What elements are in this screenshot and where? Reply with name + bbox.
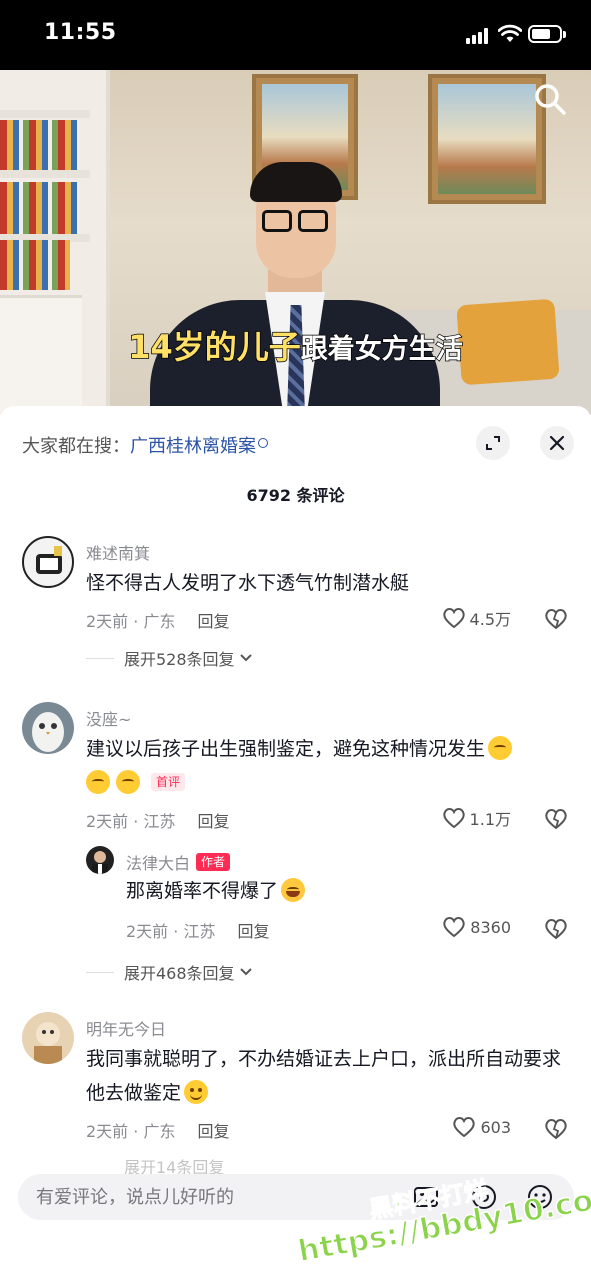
avatar[interactable] — [22, 536, 74, 588]
like-count: 1.1万 — [469, 810, 511, 829]
dislike-icon[interactable] — [543, 806, 569, 830]
comment-text: 我同事就聪明了，不办结婚证去上户口，派出所自动要求他去做鉴定 — [86, 1042, 566, 1110]
comment-input[interactable] — [36, 1174, 396, 1220]
expand-replies-button[interactable]: 展开468条回复 — [86, 960, 253, 984]
heart-icon — [443, 917, 465, 938]
crying-emoji-icon — [116, 770, 140, 794]
comment-author[interactable]: 没座~ — [86, 706, 131, 730]
comment-text: 怪不得古人发明了水下透气竹制潜水艇 — [86, 572, 410, 594]
subtitle-highlight: 14岁的儿子 — [127, 327, 301, 367]
comment-meta: 2天前 · 江苏 回复 — [86, 808, 229, 832]
reply-author: 法律大白 作者 — [126, 850, 231, 874]
dislike-icon[interactable] — [543, 1116, 569, 1140]
mini-search-icon — [258, 438, 268, 448]
status-bar: 11:55 — [0, 0, 591, 70]
dislike-icon[interactable] — [543, 916, 569, 940]
comment-text-body: 我同事就聪明了，不办结婚证去上户口，派出所自动要求他去做鉴定 — [86, 1048, 562, 1104]
crying-emoji-icon — [488, 736, 513, 760]
comment-text-body: 建议以后孩子出生强制鉴定，避免这种情况发生 — [86, 738, 486, 760]
search-icon[interactable] — [533, 82, 567, 116]
close-button[interactable] — [540, 426, 574, 460]
author-badge: 作者 — [196, 853, 231, 871]
close-icon — [549, 435, 565, 451]
subtitle-rest: 跟着女方生活 — [300, 333, 464, 366]
comment-time-location: 2天前 · 广东 — [86, 612, 176, 631]
expand-replies-label: 展开528条回复 — [124, 650, 235, 669]
chevron-down-icon — [239, 654, 252, 662]
status-time: 11:55 — [44, 20, 117, 45]
chevron-down-icon — [239, 968, 252, 976]
comment-time-location: 2天前 · 广东 — [86, 1122, 176, 1141]
first-comment-badge: 首评 — [151, 773, 186, 791]
reply-text: 那离婚率不得爆了 — [126, 874, 546, 908]
heart-icon — [442, 608, 465, 629]
reply-avatar[interactable] — [86, 846, 114, 874]
wifi-icon — [498, 24, 522, 42]
like-button[interactable]: 8360 — [442, 916, 511, 938]
comment-panel: 大家都在搜：广西桂林离婚案 6792 条评论 难述南箕 怪不得古人发明了水下透气… — [0, 406, 591, 1280]
expand-replies-button[interactable]: 展开528条回复 — [86, 646, 253, 670]
like-count: 8360 — [470, 917, 511, 937]
comment-meta: 2天前 · 广东 回复 — [86, 1118, 229, 1142]
search-suggestion-term[interactable]: 广西桂林离婚案 — [130, 436, 256, 457]
expand-panel-button[interactable] — [476, 426, 510, 460]
avatar[interactable] — [22, 1012, 74, 1064]
comment-meta: 2天前 · 广东 回复 — [86, 608, 229, 632]
comment-count: 6792 条评论 — [246, 486, 345, 505]
like-count: 4.5万 — [469, 610, 511, 629]
avatar[interactable] — [22, 702, 74, 754]
like-button[interactable]: 4.5万 — [442, 606, 511, 630]
video-player[interactable]: 14岁的儿子跟着女方生活 — [0, 70, 591, 415]
cellular-signal-icon — [466, 28, 490, 44]
comment-text: 建议以后孩子出生强制鉴定，避免这种情况发生 首评 — [86, 732, 566, 800]
comment-author[interactable]: 难述南箕 — [86, 540, 150, 564]
laughing-emoji-icon — [281, 878, 306, 902]
like-button[interactable]: 603 — [452, 1116, 511, 1138]
reply-button[interactable]: 回复 — [197, 612, 229, 631]
video-subtitle: 14岁的儿子跟着女方生活 — [0, 322, 591, 368]
reply-text-body: 那离婚率不得爆了 — [126, 880, 279, 902]
reply-button[interactable]: 回复 — [237, 922, 269, 941]
reply-button[interactable]: 回复 — [197, 1122, 229, 1141]
crying-emoji-icon — [86, 770, 110, 794]
painting-right — [428, 74, 546, 204]
battery-icon — [528, 25, 566, 43]
dislike-icon[interactable] — [543, 606, 569, 630]
comment-author[interactable]: 明年无今日 — [86, 1016, 166, 1040]
heart-icon — [442, 808, 465, 829]
heart-icon — [453, 1117, 476, 1138]
expand-replies-label: 展开468条回复 — [124, 964, 235, 983]
comment-time-location: 2天前 · 江苏 — [86, 812, 176, 831]
reply-time-location: 2天前 · 江苏 — [126, 922, 216, 941]
like-button[interactable]: 1.1万 — [442, 806, 511, 830]
reply-button[interactable]: 回复 — [197, 812, 229, 831]
search-suggestion[interactable]: 大家都在搜：广西桂林离婚案 — [22, 432, 268, 458]
expand-icon — [486, 436, 500, 450]
reply-meta: 2天前 · 江苏 回复 — [126, 918, 269, 942]
like-count: 603 — [480, 1117, 511, 1137]
reply-author-name[interactable]: 法律大白 — [126, 854, 190, 873]
search-suggestion-prefix: 大家都在搜： — [22, 436, 130, 457]
smile-emoji-icon — [184, 1080, 209, 1104]
